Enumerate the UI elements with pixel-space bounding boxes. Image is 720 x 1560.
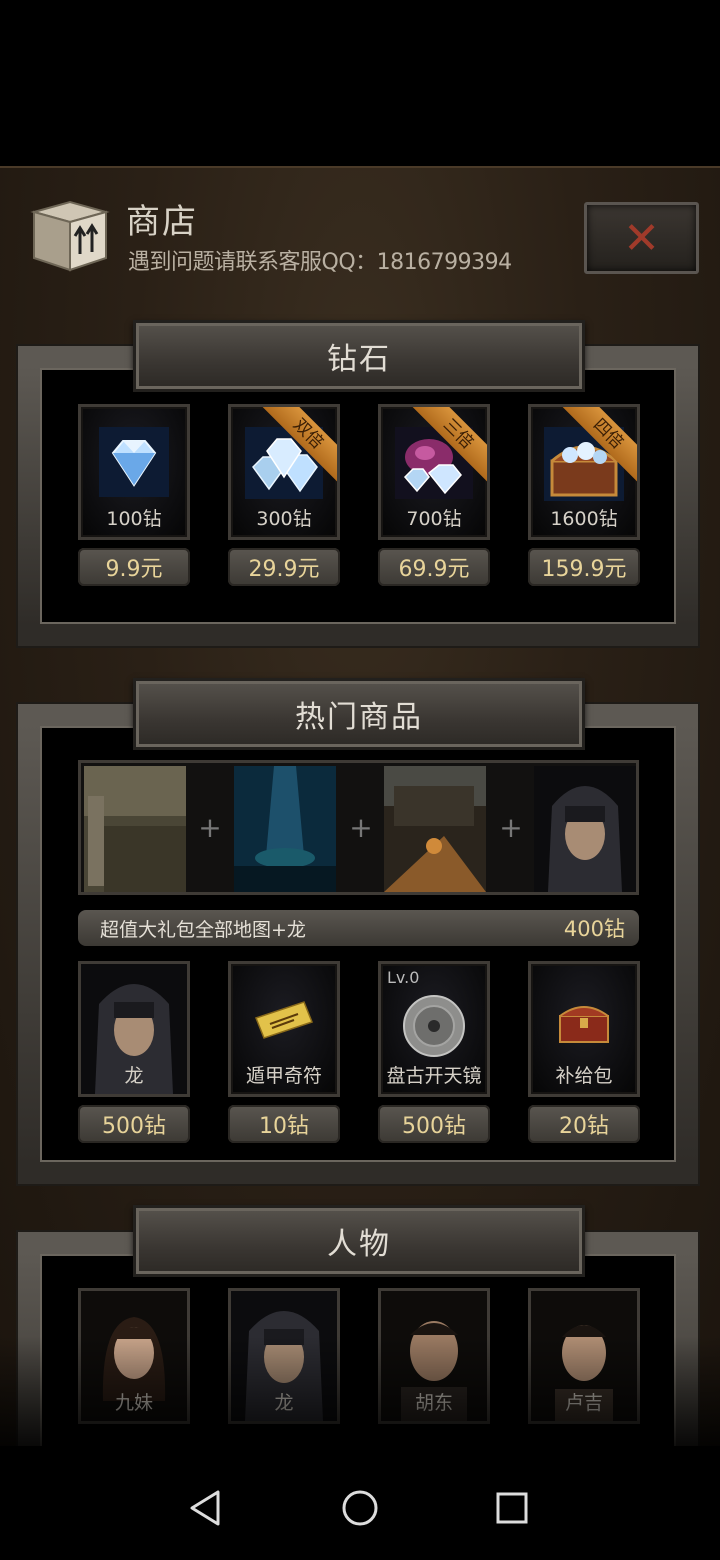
plus-icon: + xyxy=(499,811,523,844)
hot-item-mirror[interactable]: Lv.0 盘古开天镜 xyxy=(378,961,490,1097)
item-name: 补给包 xyxy=(555,1065,613,1087)
character-name: 胡东 xyxy=(414,1392,453,1414)
hot-item-talisman[interactable]: 遁甲奇符 xyxy=(228,961,340,1097)
character-card[interactable]: 九妹 xyxy=(78,1288,190,1424)
section-title-hot: 热门商品 xyxy=(133,678,585,750)
character-card[interactable]: 卢吉 xyxy=(528,1288,640,1424)
package-box-icon xyxy=(30,200,110,272)
diamond-item-100[interactable]: 100钻 xyxy=(78,404,190,540)
diamond-item-1600[interactable]: 四倍 1600钻 xyxy=(528,404,640,540)
character-name: 九妹 xyxy=(114,1392,153,1414)
close-icon: ✕ xyxy=(623,212,660,264)
character-name: 卢吉 xyxy=(564,1392,603,1414)
shop-panel: 商店 遇到问题请联系客服QQ：1816799394 ✕ 钻石 100钻 双倍 3… xyxy=(0,166,720,1446)
support-contact-text: 遇到问题请联系客服QQ：1816799394 xyxy=(128,250,512,275)
page-title: 商店 xyxy=(126,202,198,242)
section-title-characters: 人物 xyxy=(133,1205,585,1277)
home-icon[interactable] xyxy=(338,1486,382,1530)
diamond-icon xyxy=(99,427,169,497)
item-name: 盘古开天镜 xyxy=(386,1065,482,1087)
plus-icon: + xyxy=(198,811,222,844)
close-button[interactable]: ✕ xyxy=(584,202,699,274)
item-name: 龙 xyxy=(124,1065,144,1087)
recents-icon[interactable] xyxy=(490,1486,534,1530)
map-fortress-image xyxy=(384,766,486,892)
back-icon[interactable] xyxy=(184,1486,228,1530)
plus-icon: + xyxy=(349,811,373,844)
hot-item-long[interactable]: 龙 xyxy=(78,961,190,1097)
price-button[interactable]: 29.9元 xyxy=(228,548,340,586)
item-name: 遁甲奇符 xyxy=(245,1065,322,1087)
diamond-amount: 300钻 xyxy=(256,508,312,530)
map-underwater-image xyxy=(234,766,336,892)
map-ruins-image xyxy=(84,766,186,892)
price-button[interactable]: 20钻 xyxy=(528,1105,640,1143)
character-name: 龙 xyxy=(274,1392,294,1414)
diamond-item-300[interactable]: 双倍 300钻 xyxy=(228,404,340,540)
system-navigation-bar xyxy=(0,1446,720,1560)
section-title-diamonds: 钻石 xyxy=(133,320,585,392)
diamond-amount: 100钻 xyxy=(106,508,162,530)
price-button[interactable]: 500钻 xyxy=(378,1105,490,1143)
price-button[interactable]: 10钻 xyxy=(228,1105,340,1143)
price-button[interactable]: 9.9元 xyxy=(78,548,190,586)
hot-item-supply[interactable]: 补给包 xyxy=(528,961,640,1097)
bundle-bar[interactable]: 超值大礼包全部地图+龙 400钻 xyxy=(78,910,639,946)
status-area xyxy=(0,0,720,166)
bundle-price: 400钻 xyxy=(563,917,625,941)
bronze-mirror-icon xyxy=(403,995,465,1057)
talisman-icon xyxy=(255,1001,313,1039)
diamond-amount: 700钻 xyxy=(406,508,462,530)
hooded-man-portrait xyxy=(534,766,636,892)
level-text: Lv.0 xyxy=(387,968,420,987)
price-button[interactable]: 69.9元 xyxy=(378,548,490,586)
character-card[interactable]: 龙 xyxy=(228,1288,340,1424)
bundle-preview[interactable]: + + + xyxy=(78,760,639,895)
price-button[interactable]: 500钻 xyxy=(78,1105,190,1143)
diamond-amount: 1600钻 xyxy=(550,508,618,530)
price-button[interactable]: 159.9元 xyxy=(528,548,640,586)
bundle-name: 超值大礼包全部地图+龙 xyxy=(100,918,306,941)
diamond-item-700[interactable]: 三倍 700钻 xyxy=(378,404,490,540)
chest-icon xyxy=(559,1006,609,1043)
character-card[interactable]: 胡东 xyxy=(378,1288,490,1424)
